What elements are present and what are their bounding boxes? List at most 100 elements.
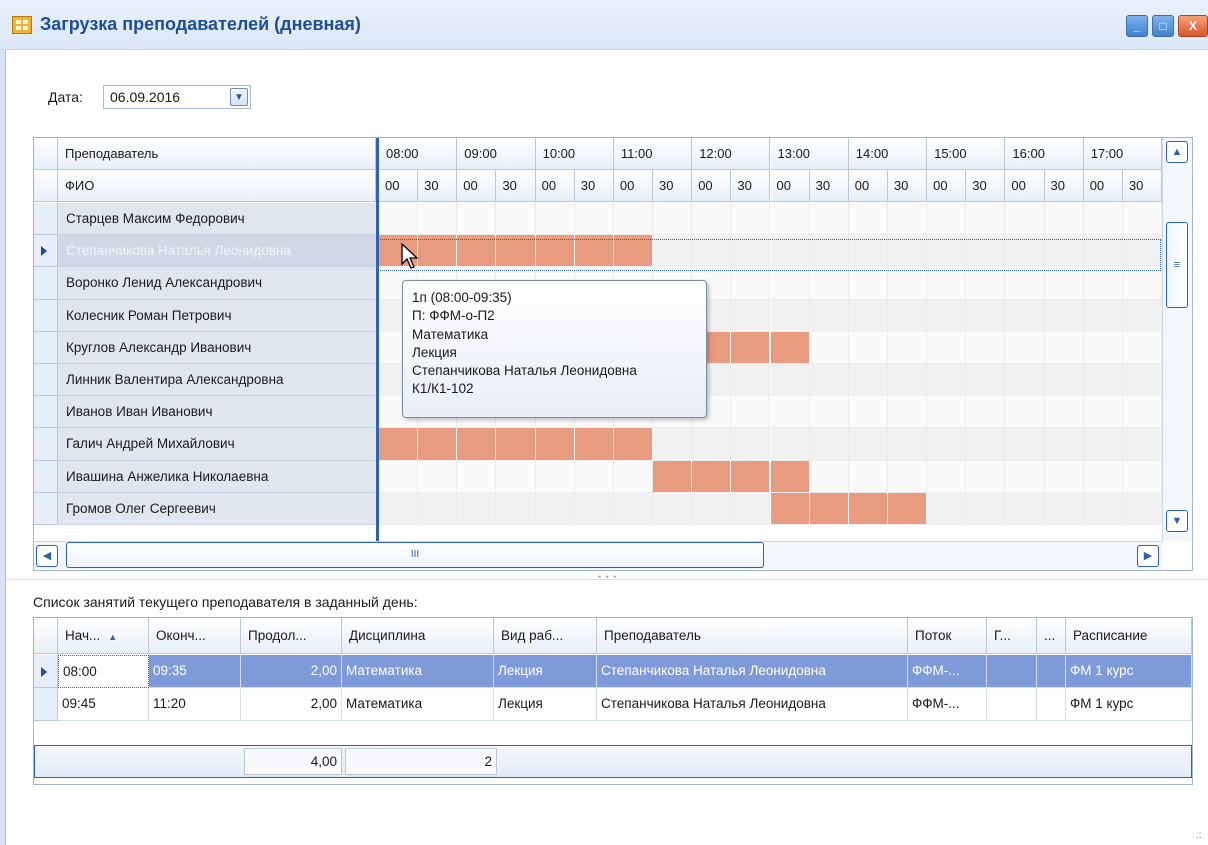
vertical-scrollbar[interactable] bbox=[1162, 138, 1192, 541]
busy-slot[interactable] bbox=[418, 428, 458, 461]
time-slot[interactable] bbox=[966, 396, 1006, 429]
cell-group[interactable] bbox=[987, 688, 1037, 721]
time-slot[interactable] bbox=[848, 396, 888, 429]
time-slot[interactable] bbox=[731, 428, 771, 461]
time-slot[interactable] bbox=[1083, 203, 1123, 236]
busy-slot[interactable] bbox=[379, 428, 419, 461]
cell-teacher[interactable]: Степанчикова Наталья Леонидовна bbox=[597, 688, 908, 721]
row-indicator[interactable] bbox=[34, 267, 58, 300]
time-slot[interactable] bbox=[613, 460, 654, 493]
time-slot[interactable] bbox=[731, 267, 771, 300]
time-slot[interactable] bbox=[496, 460, 536, 493]
time-slot[interactable] bbox=[1083, 492, 1123, 525]
time-slot[interactable] bbox=[1005, 428, 1045, 461]
time-slot[interactable] bbox=[692, 428, 732, 461]
time-slot[interactable] bbox=[1005, 364, 1045, 397]
cell-more[interactable] bbox=[1037, 688, 1066, 721]
teacher-name[interactable]: Воронко Ленид Александрович bbox=[58, 267, 376, 300]
time-slot[interactable] bbox=[653, 203, 693, 236]
cell-more[interactable] bbox=[1037, 655, 1066, 688]
horizontal-scroll-thumb[interactable]: III bbox=[66, 542, 764, 568]
cell-start[interactable]: 08:00 bbox=[58, 655, 149, 688]
teacher-name[interactable]: Иванов Иван Иванович bbox=[58, 396, 376, 429]
time-slot[interactable] bbox=[379, 203, 419, 236]
cell-end[interactable]: 11:20 bbox=[149, 688, 241, 721]
time-slot[interactable] bbox=[1044, 203, 1084, 236]
busy-slot[interactable] bbox=[496, 235, 536, 268]
cell-discipline[interactable]: Математика bbox=[342, 688, 494, 721]
time-slot[interactable] bbox=[966, 331, 1006, 364]
time-slot[interactable] bbox=[496, 203, 536, 236]
busy-slot[interactable] bbox=[535, 235, 575, 268]
time-slot[interactable] bbox=[1005, 396, 1045, 429]
time-slot[interactable] bbox=[1044, 428, 1084, 461]
time-slot[interactable] bbox=[1083, 364, 1123, 397]
time-slot[interactable] bbox=[731, 492, 771, 525]
time-slot[interactable] bbox=[731, 364, 771, 397]
time-slot[interactable] bbox=[574, 203, 614, 236]
time-slot[interactable] bbox=[418, 492, 458, 525]
row-indicator[interactable] bbox=[34, 203, 58, 236]
chevron-down-icon[interactable]: ▼ bbox=[230, 88, 248, 106]
time-slot[interactable] bbox=[1005, 203, 1045, 236]
time-slot[interactable] bbox=[966, 299, 1006, 332]
time-slot[interactable] bbox=[887, 364, 928, 397]
time-slot[interactable] bbox=[731, 299, 771, 332]
column-header-stream[interactable]: Поток bbox=[908, 618, 987, 654]
time-slot[interactable] bbox=[1083, 460, 1123, 493]
time-slot[interactable] bbox=[809, 203, 849, 236]
time-slot[interactable] bbox=[1044, 331, 1084, 364]
date-picker[interactable]: 06.09.2016 ▼ bbox=[103, 85, 251, 109]
time-slot[interactable] bbox=[927, 428, 967, 461]
time-slot[interactable] bbox=[848, 364, 888, 397]
time-slot[interactable] bbox=[1083, 396, 1123, 429]
busy-slot[interactable] bbox=[731, 460, 771, 493]
busy-slot[interactable] bbox=[574, 235, 614, 268]
column-header-fio[interactable]: ФИО bbox=[58, 170, 376, 202]
time-slot[interactable] bbox=[770, 235, 810, 268]
time-slot[interactable] bbox=[927, 364, 967, 397]
time-slot[interactable] bbox=[927, 492, 967, 525]
time-slot[interactable] bbox=[1122, 364, 1162, 397]
time-slot[interactable] bbox=[887, 203, 928, 236]
scroll-down-icon[interactable]: ▼ bbox=[1166, 510, 1188, 532]
time-slot[interactable] bbox=[1044, 299, 1084, 332]
time-slot[interactable] bbox=[731, 203, 771, 236]
busy-slot[interactable] bbox=[418, 235, 458, 268]
scroll-right-icon[interactable]: ▶ bbox=[1137, 545, 1159, 567]
time-slot[interactable] bbox=[927, 460, 967, 493]
time-slot[interactable] bbox=[535, 203, 575, 236]
time-slot[interactable] bbox=[927, 299, 967, 332]
time-slot[interactable] bbox=[848, 299, 888, 332]
time-slot[interactable] bbox=[1122, 428, 1162, 461]
busy-slot[interactable] bbox=[613, 428, 654, 461]
time-slot[interactable] bbox=[848, 267, 888, 300]
time-slot[interactable] bbox=[1044, 364, 1084, 397]
time-slot[interactable] bbox=[1044, 235, 1084, 268]
time-slot[interactable] bbox=[809, 235, 849, 268]
time-slot[interactable] bbox=[731, 396, 771, 429]
close-button[interactable]: X bbox=[1178, 15, 1208, 37]
busy-slot[interactable] bbox=[809, 492, 849, 525]
teacher-name[interactable]: Степанчикова Наталья Леонидовна bbox=[58, 235, 376, 268]
time-slot[interactable] bbox=[379, 492, 419, 525]
row-indicator[interactable] bbox=[34, 396, 58, 429]
time-slot[interactable] bbox=[1122, 492, 1162, 525]
busy-slot[interactable] bbox=[574, 428, 614, 461]
time-slot[interactable] bbox=[848, 428, 888, 461]
busy-slot[interactable] bbox=[653, 460, 693, 493]
time-slot[interactable] bbox=[1044, 460, 1084, 493]
time-slot[interactable] bbox=[418, 460, 458, 493]
busy-slot[interactable] bbox=[731, 331, 771, 364]
time-slot[interactable] bbox=[535, 460, 575, 493]
row-indicator[interactable] bbox=[34, 299, 58, 332]
time-slot[interactable] bbox=[809, 364, 849, 397]
time-slot[interactable] bbox=[887, 235, 928, 268]
time-slot[interactable] bbox=[966, 492, 1006, 525]
time-slot[interactable] bbox=[887, 460, 928, 493]
time-slot[interactable] bbox=[770, 299, 810, 332]
time-slot[interactable] bbox=[770, 396, 810, 429]
time-slot[interactable] bbox=[1005, 460, 1045, 493]
teacher-name[interactable]: Громов Олег Сергеевич bbox=[58, 492, 376, 525]
cell-start[interactable]: 09:45 bbox=[58, 688, 149, 721]
